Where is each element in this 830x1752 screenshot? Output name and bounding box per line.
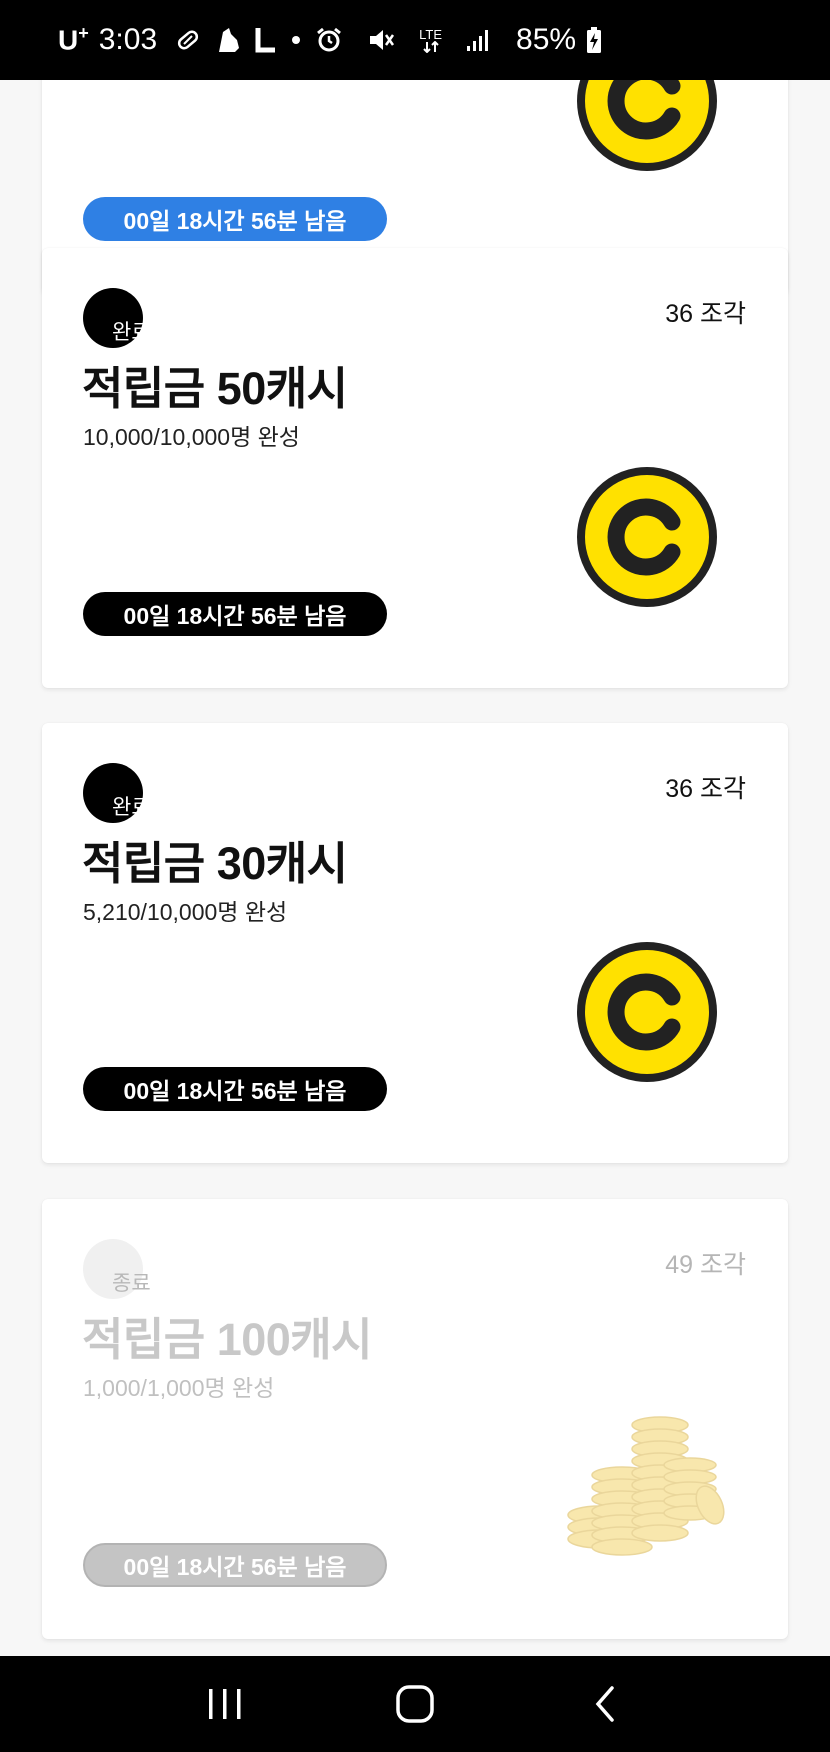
carrier-label: U+ [58, 23, 89, 56]
recent-apps-icon[interactable] [195, 1674, 255, 1734]
coin-icon [577, 942, 717, 1082]
battery-charging-icon [586, 26, 602, 54]
line-app-icon [255, 26, 277, 54]
screen: U+ 3:03 LTE 85% 00일 18시간 56분 남음 완료 36 조각… [0, 0, 830, 1752]
notification-dot-icon [291, 35, 301, 45]
system-nav-bar [0, 1656, 830, 1752]
completion-progress: 5,210/10,000명 완성 [83, 899, 288, 925]
reward-title: 적립금 100캐시 [82, 1314, 373, 1365]
remaining-time-badge: 00일 18시간 56분 남음 [83, 1067, 387, 1111]
completion-progress: 10,000/10,000명 완성 [83, 424, 300, 450]
coin-icon [577, 80, 717, 171]
completion-progress: 1,000/1,000명 완성 [83, 1375, 275, 1401]
reward-title: 적립금 50캐시 [82, 363, 348, 414]
alarm-icon [315, 26, 343, 54]
remaining-time-badge: 00일 18시간 56분 남음 [83, 1543, 387, 1587]
home-icon[interactable] [385, 1674, 445, 1734]
back-icon[interactable] [575, 1674, 635, 1734]
reward-title: 적립금 30캐시 [82, 838, 348, 889]
remaining-time-badge: 00일 18시간 56분 남음 [83, 197, 387, 241]
remaining-time-badge: 00일 18시간 56분 남음 [83, 592, 387, 636]
status-label: 완료 [112, 796, 151, 819]
clock: 3:03 [98, 23, 158, 56]
event-list[interactable]: 00일 18시간 56분 남음 완료 36 조각 적립금 50캐시 10,000… [0, 80, 830, 1656]
event-card[interactable]: 종료 49 조각 적립금 100캐시 1,000/1,000명 완성 00일 1… [42, 1199, 788, 1639]
piece-count: 36 조각 [665, 300, 746, 328]
lte-icon: LTE [419, 28, 442, 53]
piece-count: 49 조각 [665, 1251, 746, 1279]
coin-stack-icon [567, 1416, 725, 1556]
status-bar: U+ 3:03 LTE 85% [0, 0, 830, 80]
status-label: 종료 [112, 1272, 151, 1295]
signal-icon [466, 28, 492, 52]
coin-icon [577, 467, 717, 607]
status-label: 완료 [112, 321, 151, 344]
shoe-icon [215, 26, 241, 54]
event-card[interactable]: 완료 36 조각 적립금 30캐시 5,210/10,000명 완성 00일 1… [42, 723, 788, 1163]
mute-icon [367, 26, 395, 54]
status-right: LTE 85% [315, 23, 616, 57]
event-card[interactable]: 완료 36 조각 적립금 50캐시 10,000/10,000명 완성 00일 … [42, 248, 788, 688]
pill-icon [175, 27, 201, 53]
battery-percent: 85% [516, 23, 577, 56]
piece-count: 36 조각 [665, 775, 746, 803]
